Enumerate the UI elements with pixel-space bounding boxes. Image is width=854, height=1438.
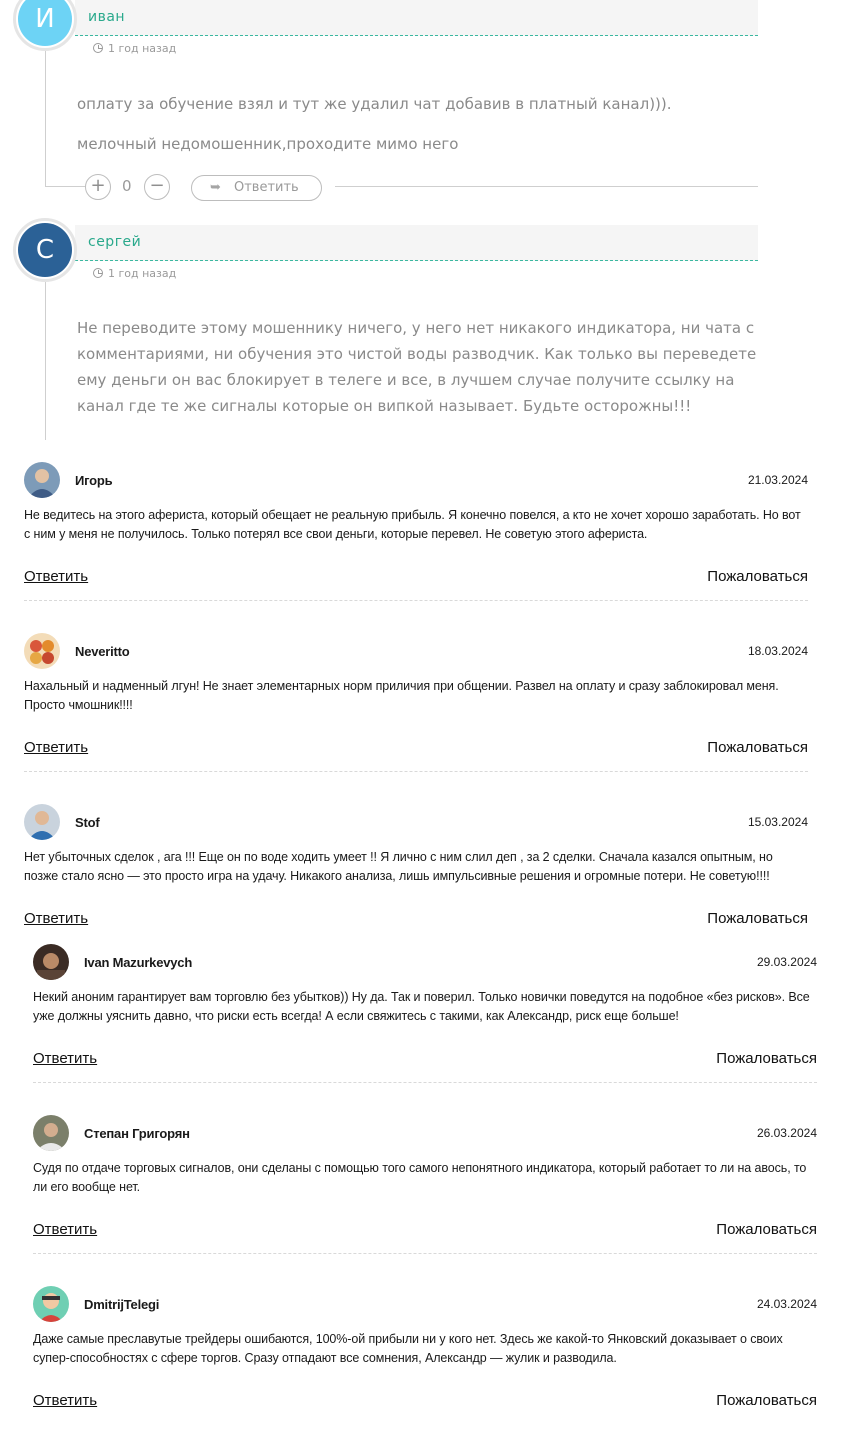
report-link[interactable]: Пожаловаться xyxy=(716,1221,817,1238)
user-photo-icon xyxy=(24,804,60,840)
comment-header: сергей xyxy=(75,225,758,261)
report-link[interactable]: Пожаловаться xyxy=(707,910,808,927)
clock-icon xyxy=(93,268,103,278)
comment-author[interactable]: иван xyxy=(88,9,125,25)
report-link[interactable]: Пожаловаться xyxy=(716,1050,817,1067)
comment-paragraph: оплату за обучение взял и тут же удалил … xyxy=(77,95,672,113)
report-link[interactable]: Пожаловаться xyxy=(707,739,808,756)
review-date: 15.03.2024 xyxy=(747,815,808,829)
review-text: Не ведитесь на этого афериста, который о… xyxy=(24,508,801,541)
reply-link[interactable]: Ответить xyxy=(33,1221,97,1238)
review-item-nested: DmitrijTelegi 24.03.2024 Даже самые прес… xyxy=(33,1286,817,1416)
thread-line xyxy=(45,275,46,440)
thread-line xyxy=(45,186,85,187)
review-text: Нахальный и надменный лгун! Не знает эле… xyxy=(24,679,779,712)
avatar-letter: С xyxy=(18,223,72,277)
reply-link[interactable]: Ответить xyxy=(24,739,88,756)
thread-line xyxy=(45,50,46,186)
downvote-button[interactable]: − xyxy=(144,174,170,200)
avatar: С xyxy=(13,218,77,282)
comment-header: иван xyxy=(75,0,758,36)
review-date: 26.03.2024 xyxy=(756,1126,817,1140)
divider xyxy=(24,600,808,601)
review-text: Даже самые преславутые трейдеры ошибаютс… xyxy=(33,1332,783,1365)
review-item: Игорь 21.03.2024 Не ведитесь на этого аф… xyxy=(24,462,808,602)
reply-link[interactable]: Ответить xyxy=(24,910,88,927)
report-link[interactable]: Пожаловаться xyxy=(716,1392,817,1409)
comment-time: 1 год назад xyxy=(108,42,177,55)
reply-label: Ответить xyxy=(234,180,299,195)
review-date: 29.03.2024 xyxy=(756,955,817,969)
review-author: Neveritto xyxy=(75,644,130,659)
comment-body: Не переводите этому мошеннику ничего, у … xyxy=(77,315,762,433)
review-text: Нет убыточных сделок , ага !!! Еще он по… xyxy=(24,850,773,883)
reply-button[interactable]: ➥ Ответить xyxy=(191,175,322,201)
reply-link[interactable]: Ответить xyxy=(24,568,88,585)
matryoshka-icon xyxy=(24,633,60,669)
review-date: 21.03.2024 xyxy=(747,473,808,487)
review-text: Судя по отдаче торговых сигналов, они сд… xyxy=(33,1161,807,1194)
review-item: Neveritto 18.03.2024 Нахальный и надменн… xyxy=(24,633,808,773)
user-photo-icon xyxy=(33,1115,69,1151)
report-link[interactable]: Пожаловаться xyxy=(707,568,808,585)
comment-paragraph: мелочный недомошенник,проходите мимо нег… xyxy=(77,135,459,153)
divider xyxy=(33,1082,817,1083)
comment-time: 1 год назад xyxy=(108,267,177,280)
review-date: 18.03.2024 xyxy=(747,644,808,658)
upvote-button[interactable]: + xyxy=(85,174,111,200)
review-item-nested: Степан Григорян 26.03.2024 Судя по отдач… xyxy=(33,1115,817,1255)
threaded-comments-section: иван И 1 год назад оплату за обучение вз… xyxy=(0,0,854,440)
clock-icon xyxy=(93,43,103,53)
review-author: Ivan Mazurkevych xyxy=(84,955,193,970)
review-item: Stof 15.03.2024 Нет убыточных сделок , а… xyxy=(24,804,808,934)
review-author: Степан Григорян xyxy=(84,1126,190,1141)
comment-date: 1 год назад xyxy=(93,42,176,55)
vote-count: 0 xyxy=(122,177,132,195)
cartoon-avatar-icon xyxy=(33,1286,69,1322)
divider xyxy=(33,1253,817,1254)
review-author: Stof xyxy=(75,815,100,830)
comment-author[interactable]: сергей xyxy=(88,234,141,250)
review-date: 24.03.2024 xyxy=(756,1297,817,1311)
avatar-letter: И xyxy=(18,0,72,46)
review-text: Некий аноним гарантирует вам торговлю бе… xyxy=(33,990,810,1023)
user-photo-icon xyxy=(33,944,69,980)
comment-paragraph: Не переводите этому мошеннику ничего, у … xyxy=(77,319,757,415)
divider xyxy=(24,771,808,772)
reply-arrow-icon: ➥ xyxy=(210,180,221,195)
avatar: И xyxy=(13,0,77,51)
comment-body: оплату за обучение взял и тут же удалил … xyxy=(77,91,762,171)
reply-link[interactable]: Ответить xyxy=(33,1050,97,1067)
reply-link[interactable]: Ответить xyxy=(33,1392,97,1409)
user-photo-icon xyxy=(24,462,60,498)
review-author: DmitrijTelegi xyxy=(84,1297,160,1312)
review-author: Игорь xyxy=(75,473,113,488)
comment-date: 1 год назад xyxy=(93,267,176,280)
review-item-nested: Ivan Mazurkevych 29.03.2024 Некий аноним… xyxy=(33,944,817,1084)
thread-line xyxy=(335,186,758,187)
